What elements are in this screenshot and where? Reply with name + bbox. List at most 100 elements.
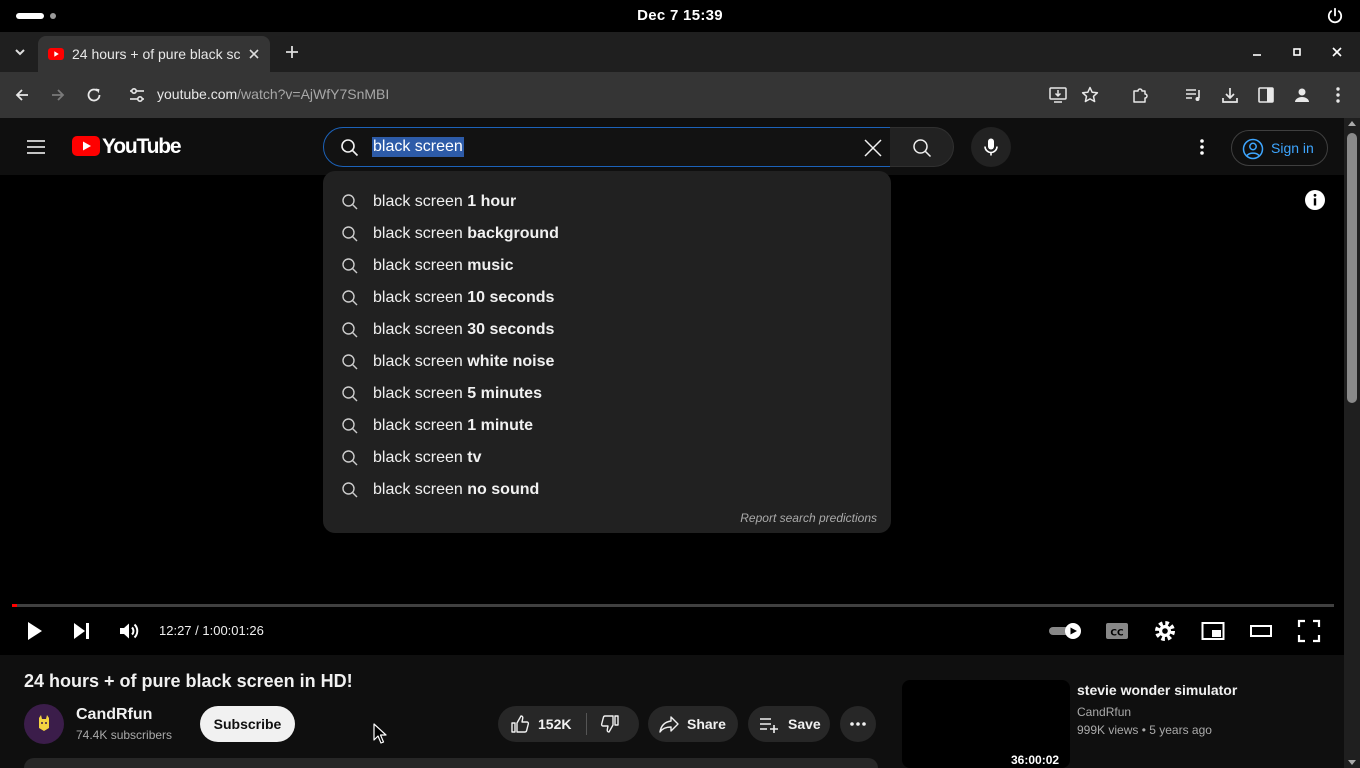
suggestion-item[interactable]: black screen music: [323, 250, 891, 282]
suggestion-completion: 1 hour: [467, 193, 517, 210]
back-arrow-icon[interactable]: [12, 85, 32, 105]
suggestion-item[interactable]: black screen tv: [323, 442, 891, 474]
fullscreen-icon[interactable]: [1297, 619, 1321, 643]
search-input[interactable]: black screen: [372, 137, 464, 157]
recommended-video-title[interactable]: stevie wonder simulator: [1077, 682, 1237, 698]
playlist-add-icon: [760, 718, 778, 733]
like-divider: [586, 713, 587, 735]
thumbs-down-icon[interactable]: [600, 714, 620, 734]
youtube-logo[interactable]: YouTube: [72, 135, 182, 158]
closed-captions-icon[interactable]: CC: [1105, 619, 1129, 643]
download-icon[interactable]: [1220, 85, 1240, 105]
maximize-icon[interactable]: [1287, 42, 1307, 62]
suggestion-item[interactable]: black screen 30 seconds: [323, 314, 891, 346]
voice-search-button[interactable]: [971, 127, 1011, 167]
suggestion-prefix: black screen: [373, 449, 463, 466]
save-label: Save: [788, 716, 821, 732]
autoplay-toggle-icon[interactable]: [1048, 619, 1084, 643]
thumbs-up-icon[interactable]: [510, 714, 530, 734]
suggestion-item[interactable]: black screen 5 minutes: [323, 378, 891, 410]
search-icon: [342, 482, 358, 498]
new-tab-plus-icon[interactable]: [282, 42, 302, 62]
suggestion-completion: tv: [467, 449, 482, 466]
browser-tab-active[interactable]: 24 hours + of pure black screen in HD! -…: [38, 36, 270, 72]
channel-name[interactable]: CandRfun: [76, 706, 152, 724]
profile-icon[interactable]: [1292, 85, 1312, 105]
search-suggestions: black screen 1 hour black screen backgro…: [323, 171, 891, 533]
settings-gear-icon[interactable]: [1153, 619, 1177, 643]
play-icon[interactable]: [22, 619, 46, 643]
suggestion-item[interactable]: black screen 10 seconds: [323, 282, 891, 314]
like-count[interactable]: 152K: [538, 716, 571, 732]
url-text: youtube.com/watch?v=AjWfY7SnMBI: [157, 86, 389, 102]
power-icon[interactable]: [1326, 7, 1344, 25]
suggestion-prefix: black screen: [373, 385, 463, 402]
suggestion-prefix: black screen: [373, 353, 463, 370]
share-button[interactable]: Share: [648, 706, 738, 742]
save-button[interactable]: Save: [748, 706, 830, 742]
window-close-icon[interactable]: [1327, 42, 1347, 62]
video-time: 12:27 / 1:00:01:26: [159, 623, 264, 638]
video-progress-bar[interactable]: [12, 604, 1334, 607]
share-label: Share: [687, 716, 726, 732]
volume-icon[interactable]: [117, 619, 141, 643]
scroll-down-arrow-icon[interactable]: [1348, 760, 1356, 765]
side-panel-icon[interactable]: [1256, 85, 1276, 105]
miniplayer-icon[interactable]: [1201, 619, 1225, 643]
recommended-video-duration: 36:00:02: [1008, 752, 1063, 768]
subscribe-button[interactable]: Subscribe: [200, 706, 295, 742]
recommended-video-channel[interactable]: CandRfun: [1077, 705, 1131, 719]
recommended-video-meta: 999K views • 5 years ago: [1077, 723, 1212, 737]
next-video-icon[interactable]: [70, 619, 94, 643]
youtube-favicon-icon: [48, 48, 64, 60]
minimize-icon[interactable]: [1247, 42, 1267, 62]
search-button[interactable]: [890, 127, 954, 167]
tab-search-chevron-icon[interactable]: [10, 42, 30, 62]
suggestion-prefix: black screen: [373, 289, 463, 306]
video-title: 24 hours + of pure black screen in HD!: [24, 671, 353, 691]
tab-title: 24 hours + of pure black screen in HD! -…: [72, 46, 240, 62]
description-box[interactable]: [24, 758, 878, 768]
account-circle-icon: [1242, 138, 1264, 160]
search-icon: [342, 386, 358, 402]
suggestion-item[interactable]: black screen 1 hour: [323, 186, 891, 218]
suggestion-item[interactable]: black screen no sound: [323, 474, 891, 506]
bookmark-star-icon[interactable]: [1080, 85, 1100, 105]
recommended-video-age: 5 years ago: [1149, 723, 1212, 737]
theater-mode-icon[interactable]: [1249, 619, 1273, 643]
install-app-icon[interactable]: [1048, 85, 1068, 105]
hamburger-menu-icon[interactable]: [26, 137, 46, 157]
suggestion-item[interactable]: black screen white noise: [323, 346, 891, 378]
suggestion-item[interactable]: black screen background: [323, 218, 891, 250]
youtube-play-logo-icon: [72, 136, 100, 156]
clear-search-icon[interactable]: [862, 137, 884, 159]
browser-menu-kebab-icon[interactable]: [1328, 85, 1348, 105]
info-icon[interactable]: [1304, 189, 1326, 211]
settings-kebab-icon[interactable]: [1192, 137, 1212, 157]
media-queue-icon[interactable]: [1183, 85, 1203, 105]
os-top-bar: Dec 7 15:39: [0, 0, 1360, 32]
suggestion-item[interactable]: black screen 1 minute: [323, 410, 891, 442]
reload-icon[interactable]: [84, 85, 104, 105]
forward-arrow-icon[interactable]: [48, 85, 68, 105]
search-box[interactable]: black screen: [323, 127, 891, 167]
site-settings-tune-icon[interactable]: [128, 86, 146, 104]
report-search-predictions-link[interactable]: Report search predictions: [740, 511, 877, 525]
search-icon: [342, 226, 358, 242]
suggestion-completion: 5 minutes: [467, 385, 542, 402]
browser-tab-strip: 24 hours + of pure black screen in HD! -…: [0, 32, 1360, 72]
suggestion-prefix: black screen: [373, 481, 463, 498]
tab-close-icon[interactable]: [246, 46, 262, 62]
page-scrollbar[interactable]: [1344, 118, 1360, 768]
sign-in-button[interactable]: Sign in: [1231, 130, 1328, 166]
channel-avatar[interactable]: [24, 704, 64, 744]
system-clock[interactable]: Dec 7 15:39: [0, 7, 1360, 24]
progress-played: [12, 604, 17, 607]
more-actions-button[interactable]: [840, 706, 876, 742]
scrollbar-thumb[interactable]: [1347, 133, 1357, 403]
suggestion-prefix: black screen: [373, 225, 463, 242]
extensions-puzzle-icon[interactable]: [1130, 85, 1150, 105]
address-bar[interactable]: youtube.com/watch?v=AjWfY7SnMBI: [118, 78, 1118, 112]
mouse-cursor-icon: [373, 723, 387, 745]
scroll-up-arrow-icon[interactable]: [1348, 121, 1356, 126]
